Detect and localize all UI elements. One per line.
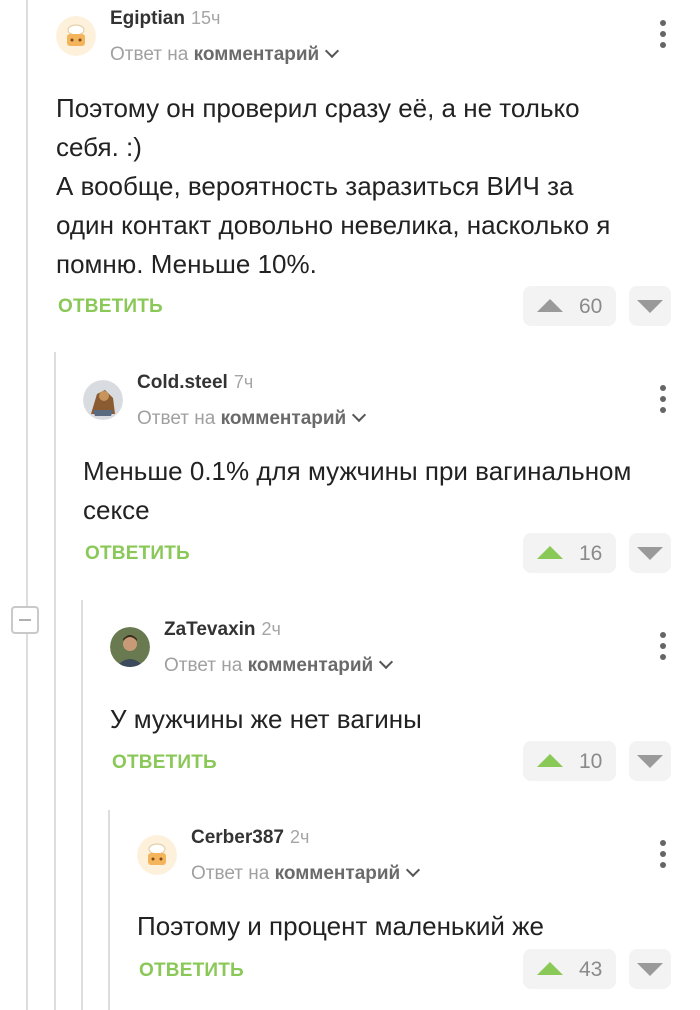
comment-text: Поэтому он проверил сразу её, а не тольк… — [56, 93, 611, 279]
arrow-down-icon — [637, 300, 663, 313]
upvote-button[interactable]: 16 — [523, 533, 616, 573]
thread-line — [26, 0, 28, 1010]
reply-to-link[interactable]: Ответ на комментарий — [137, 407, 367, 430]
comment-time: 7ч — [233, 372, 254, 392]
author-name[interactable]: Cold.steel 7ч — [137, 372, 253, 394]
user-photo-avatar[interactable] — [83, 380, 123, 420]
chef-avatar-icon[interactable] — [137, 835, 177, 875]
upvote-button[interactable]: 43 — [523, 949, 616, 989]
comment-time: 2ч — [289, 827, 310, 847]
user-photo-avatar[interactable] — [110, 627, 150, 667]
arrow-down-icon — [637, 963, 663, 976]
chef-avatar-icon[interactable] — [56, 16, 96, 56]
downvote-button[interactable] — [629, 286, 671, 326]
comment-text: Поэтому и процент маленький же — [137, 911, 544, 941]
reply-button[interactable]: ОТВЕТИТЬ — [58, 296, 163, 318]
collapse-thread-button[interactable] — [11, 606, 39, 634]
downvote-button[interactable] — [629, 533, 671, 573]
arrow-down-icon — [637, 547, 663, 560]
chevron-down-icon — [325, 43, 340, 59]
comment-text: У мужчины же нет вагины — [110, 704, 422, 734]
upvote-button[interactable]: 10 — [523, 741, 616, 781]
more-options-icon[interactable] — [658, 385, 668, 415]
vote-count: 43 — [579, 958, 603, 981]
downvote-button[interactable] — [629, 949, 671, 989]
reply-to-link[interactable]: Ответ на комментарий — [191, 862, 421, 885]
author-name[interactable]: ZaTevaxin 2ч — [164, 619, 281, 641]
vote-count: 16 — [579, 542, 603, 565]
reply-to-link[interactable]: Ответ на комментарий — [164, 654, 394, 677]
comment-time: 15ч — [190, 8, 221, 28]
downvote-button[interactable] — [629, 741, 671, 781]
more-options-icon[interactable] — [658, 840, 668, 870]
more-options-icon[interactable] — [658, 632, 668, 662]
arrow-up-icon — [537, 754, 563, 767]
reply-button[interactable]: ОТВЕТИТЬ — [85, 543, 190, 565]
author-name[interactable]: Egiptian 15ч — [110, 8, 220, 30]
reply-button[interactable]: ОТВЕТИТЬ — [139, 960, 244, 982]
thread-line — [54, 352, 56, 1010]
vote-count: 60 — [579, 295, 603, 318]
arrow-up-icon — [537, 962, 563, 975]
chevron-down-icon — [352, 407, 367, 423]
chevron-down-icon — [406, 862, 421, 878]
chevron-down-icon — [379, 654, 394, 670]
arrow-up-icon — [537, 546, 563, 559]
more-options-icon[interactable] — [658, 20, 668, 50]
upvote-button[interactable]: 60 — [523, 286, 616, 326]
comment-time: 2ч — [261, 619, 281, 639]
arrow-up-icon — [537, 299, 563, 312]
reply-button[interactable]: ОТВЕТИТЬ — [112, 752, 217, 774]
author-name[interactable]: Cerber387 2ч — [191, 827, 309, 849]
thread-line — [108, 810, 110, 1010]
comment-text: Меньше 0.1% для мужчины при вагинальном … — [83, 456, 632, 525]
reply-to-link[interactable]: Ответ на комментарий — [110, 43, 340, 66]
thread-line — [81, 600, 83, 1010]
vote-count: 10 — [579, 750, 603, 773]
arrow-down-icon — [637, 755, 663, 768]
